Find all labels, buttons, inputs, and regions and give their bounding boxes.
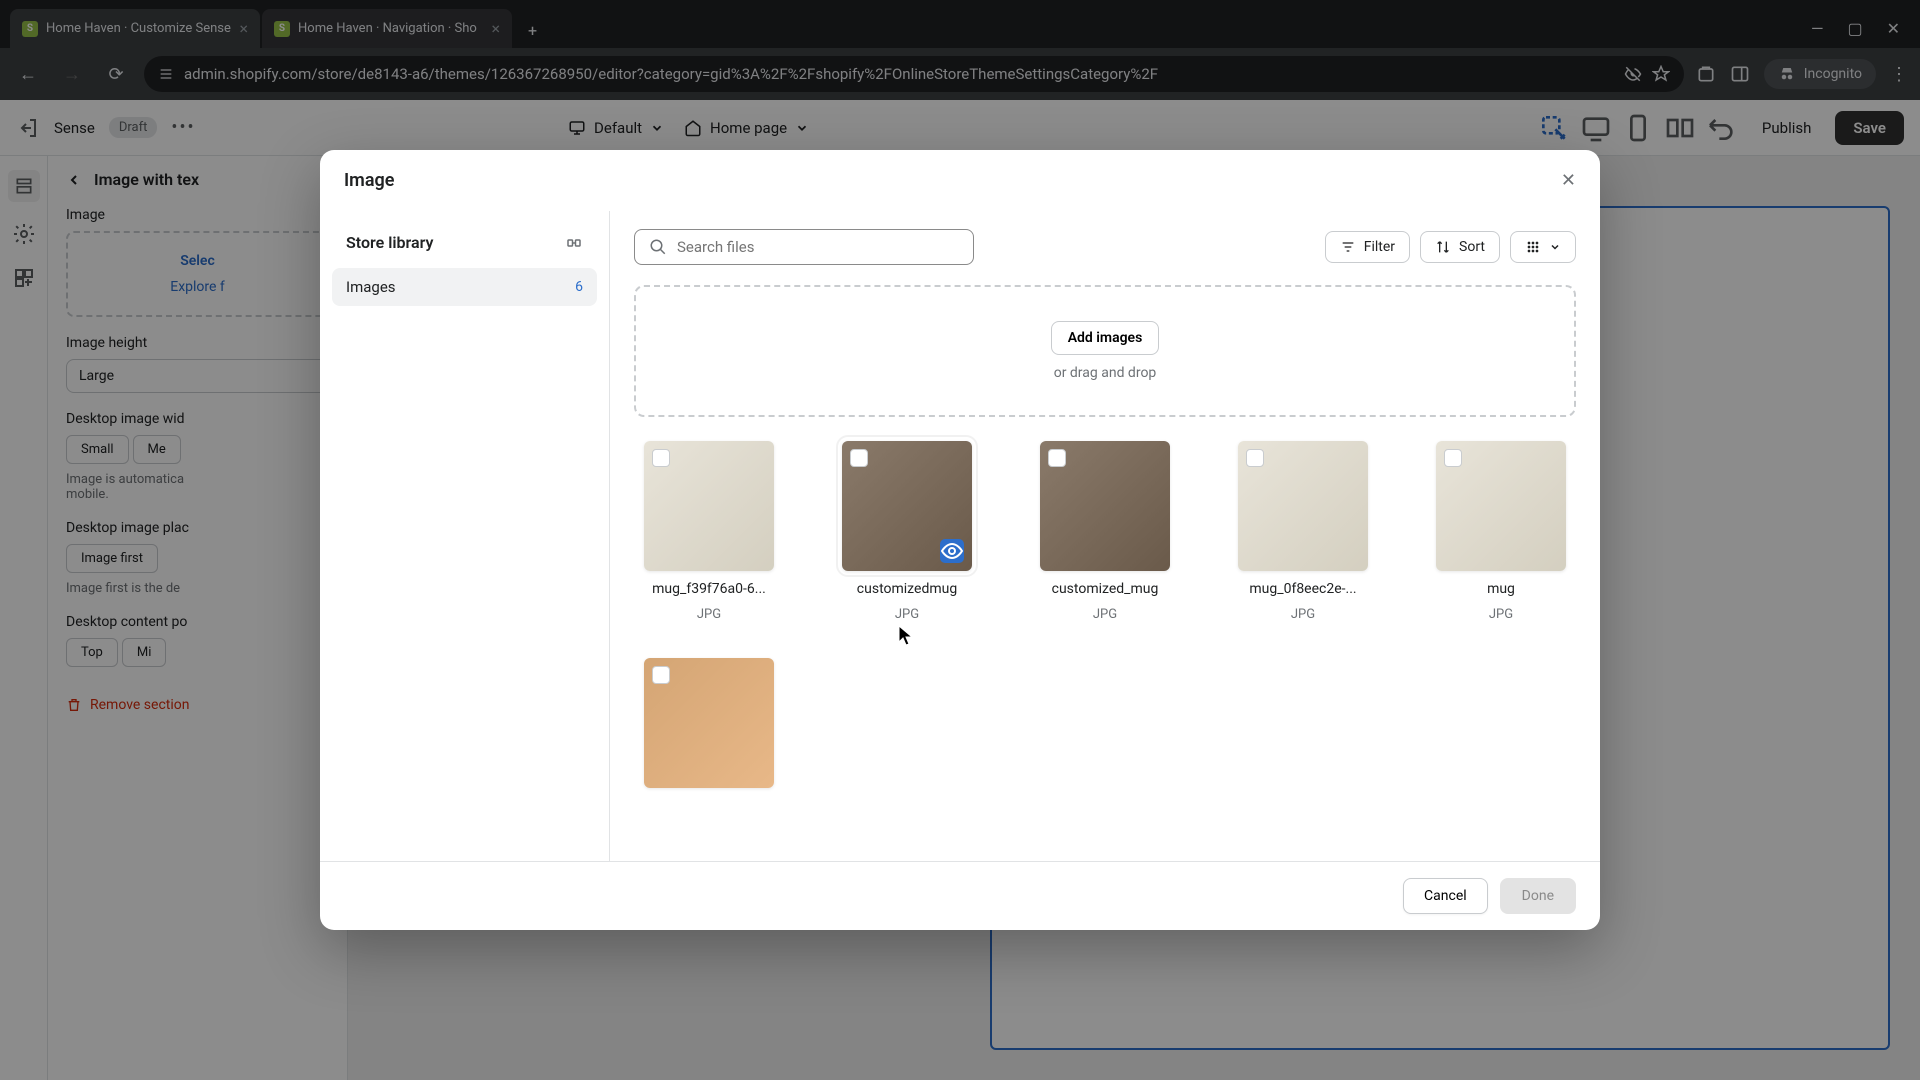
close-icon[interactable]: ✕ <box>1561 170 1576 191</box>
image-type: JPG <box>1093 607 1117 622</box>
modal-content: Filter Sort <box>610 211 1600 861</box>
filter-button[interactable]: Filter <box>1325 231 1410 263</box>
modal-overlay: Image ✕ Store library Images 6 <box>0 0 1920 1080</box>
search-input[interactable] <box>677 238 959 256</box>
image-type: JPG <box>1291 607 1315 622</box>
sort-button[interactable]: Sort <box>1420 231 1500 263</box>
image-grid-item[interactable] <box>634 658 784 788</box>
image-thumbnail[interactable] <box>842 441 972 571</box>
images-count: 6 <box>575 279 583 295</box>
modal-title: Image <box>344 170 394 191</box>
image-name: mug_0f8eec2e-... <box>1249 581 1356 597</box>
image-grid-item[interactable]: customizedmug JPG <box>832 441 982 622</box>
drag-drop-hint: or drag and drop <box>1054 365 1157 381</box>
select-checkbox[interactable] <box>652 449 670 467</box>
filter-label: Filter <box>1364 239 1395 255</box>
image-type: JPG <box>895 607 919 622</box>
sort-icon <box>1435 239 1451 255</box>
preview-icon[interactable] <box>940 539 964 563</box>
select-checkbox[interactable] <box>1246 449 1264 467</box>
connector-icon[interactable] <box>565 234 583 252</box>
image-name: customizedmug <box>857 581 957 597</box>
image-type: JPG <box>1489 607 1513 622</box>
grid-icon <box>1525 239 1541 255</box>
select-checkbox[interactable] <box>652 666 670 684</box>
image-thumbnail[interactable] <box>644 441 774 571</box>
image-grid-item[interactable]: customized_mug JPG <box>1030 441 1180 622</box>
image-picker-modal: Image ✕ Store library Images 6 <box>320 150 1600 930</box>
search-input-wrapper[interactable] <box>634 229 974 265</box>
select-checkbox[interactable] <box>850 449 868 467</box>
select-checkbox[interactable] <box>1048 449 1066 467</box>
filter-icon <box>1340 239 1356 255</box>
image-name: customized_mug <box>1052 581 1159 597</box>
modal-sidebar: Store library Images 6 <box>320 211 610 861</box>
image-name: mug <box>1487 581 1515 597</box>
images-label: Images <box>346 278 396 296</box>
image-grid-item[interactable]: mug JPG <box>1426 441 1576 622</box>
image-thumbnail[interactable] <box>1238 441 1368 571</box>
image-thumbnail[interactable] <box>1436 441 1566 571</box>
chevron-down-icon <box>1549 241 1561 253</box>
sort-label: Sort <box>1459 239 1485 255</box>
search-icon <box>649 238 667 256</box>
image-thumbnail[interactable] <box>644 658 774 788</box>
done-button: Done <box>1500 878 1576 914</box>
select-checkbox[interactable] <box>1444 449 1462 467</box>
image-grid: mug_f39f76a0-6...JPGcustomizedmugJPGcust… <box>634 441 1576 788</box>
image-type: JPG <box>697 607 721 622</box>
image-grid-item[interactable]: mug_f39f76a0-6... JPG <box>634 441 784 622</box>
add-images-button[interactable]: Add images <box>1051 321 1160 355</box>
upload-dropzone[interactable]: Add images or drag and drop <box>634 285 1576 417</box>
store-library-header: Store library <box>332 223 597 262</box>
view-toggle[interactable] <box>1510 231 1576 263</box>
cancel-button[interactable]: Cancel <box>1403 878 1488 914</box>
image-grid-item[interactable]: mug_0f8eec2e-... JPG <box>1228 441 1378 622</box>
store-library-label: Store library <box>346 233 433 252</box>
images-filter[interactable]: Images 6 <box>332 268 597 306</box>
image-name: mug_f39f76a0-6... <box>652 581 766 597</box>
image-thumbnail[interactable] <box>1040 441 1170 571</box>
